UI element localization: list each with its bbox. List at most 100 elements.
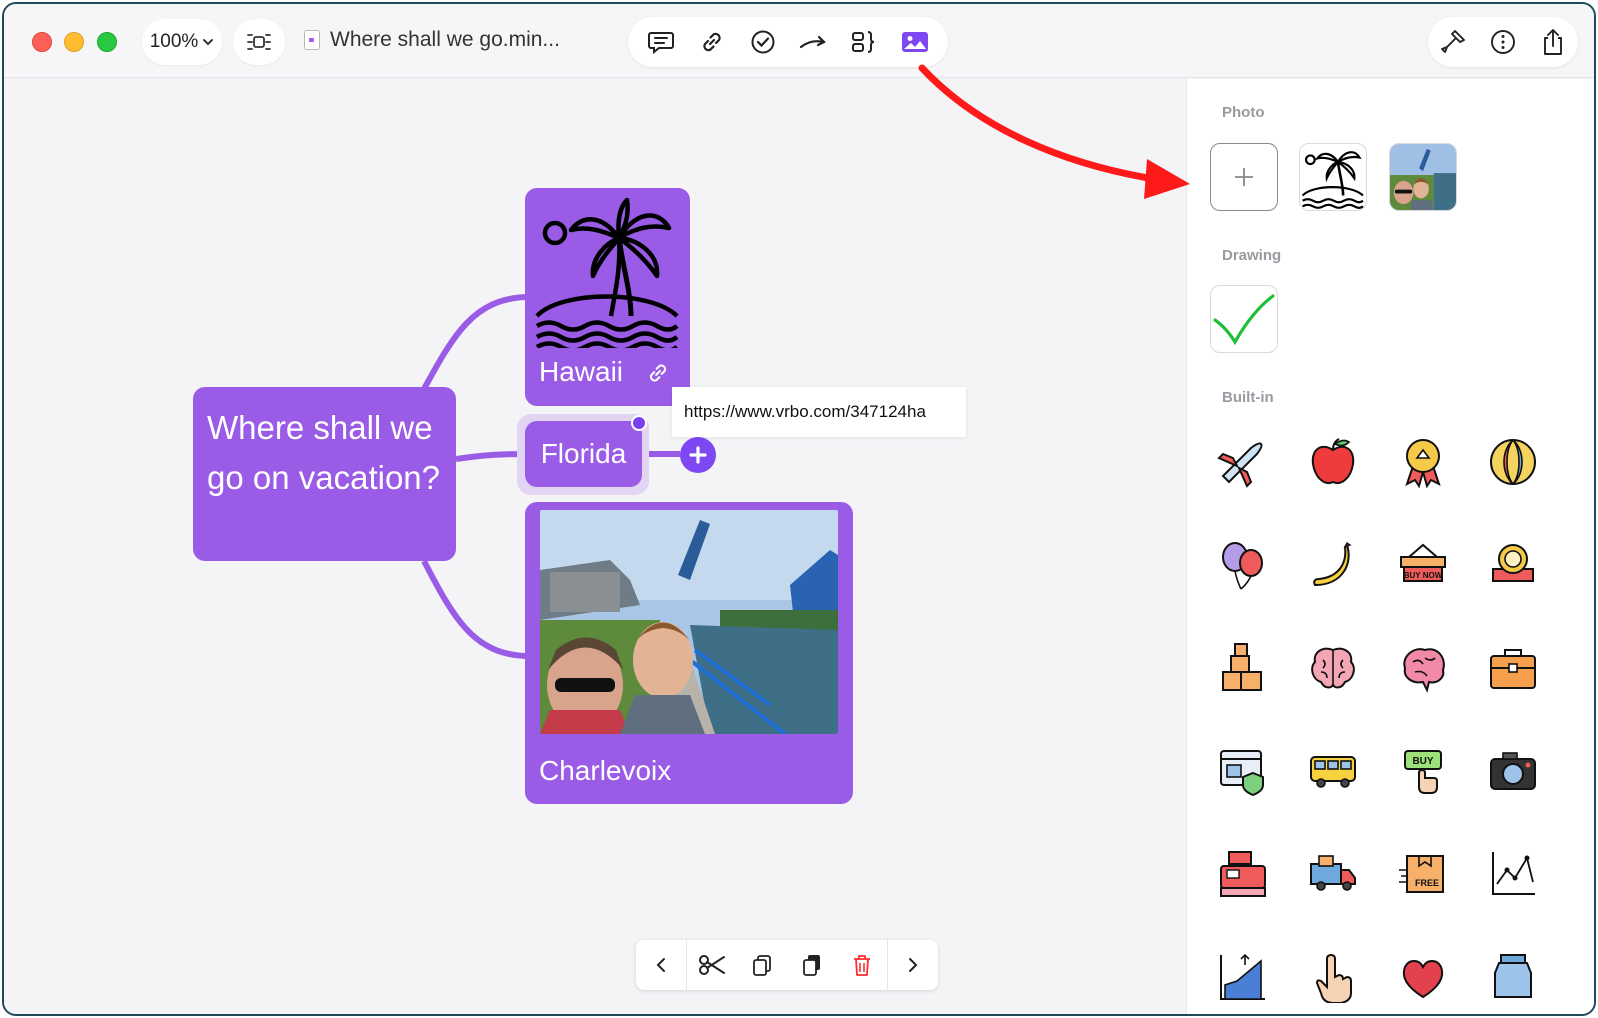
plus-icon bbox=[689, 446, 707, 464]
drawing-thumb-check[interactable] bbox=[1210, 285, 1278, 353]
cash-register-icon[interactable] bbox=[1215, 846, 1271, 902]
link-url-text: https://www.vrbo.com/347124ha bbox=[684, 402, 926, 421]
previous-button[interactable] bbox=[636, 940, 686, 990]
mindmap-canvas[interactable]: Where shall we go on vacation? Hawaii Fl… bbox=[4, 79, 1186, 1014]
brain-icon[interactable] bbox=[1305, 640, 1361, 696]
relationship-button[interactable] bbox=[793, 22, 833, 62]
svg-text:BUY: BUY bbox=[1412, 756, 1433, 767]
toolbar: 100% Where shall we go.min... bbox=[4, 4, 1594, 78]
topic-charlevoix[interactable]: Charlevoix bbox=[525, 502, 853, 804]
briefcase-icon[interactable] bbox=[1485, 640, 1541, 696]
root-topic-text: Where shall we go on vacation? bbox=[207, 409, 441, 496]
buy-now-basket-icon[interactable]: BUY NOW bbox=[1395, 537, 1451, 593]
zoom-dropdown[interactable]: 100% bbox=[142, 19, 222, 65]
camera-icon[interactable] bbox=[1485, 743, 1541, 799]
chevron-left-icon bbox=[656, 958, 665, 972]
heart-icon[interactable] bbox=[1395, 949, 1451, 1005]
image-panel: Photo Drawing Built-in BUY NOW BUY FREE bbox=[1186, 79, 1594, 1014]
palm-island-icon bbox=[535, 198, 679, 348]
link-url-tooltip: https://www.vrbo.com/347124ha bbox=[672, 387, 966, 437]
cut-button[interactable] bbox=[687, 940, 737, 990]
beach-ball-icon[interactable] bbox=[1485, 434, 1541, 490]
task-check-icon bbox=[751, 30, 775, 54]
summary-bracket-icon bbox=[851, 31, 875, 53]
image-button[interactable] bbox=[895, 22, 935, 62]
line-chart-icon[interactable] bbox=[1485, 846, 1541, 902]
delivery-truck-icon[interactable] bbox=[1305, 846, 1361, 902]
brain-pink-icon[interactable] bbox=[1395, 640, 1451, 696]
link-icon[interactable] bbox=[645, 360, 671, 386]
photo-thumb-palm[interactable] bbox=[1299, 143, 1367, 211]
link-button[interactable] bbox=[692, 22, 732, 62]
relationship-arrow-icon bbox=[800, 35, 827, 49]
photo-section-title: Photo bbox=[1222, 104, 1265, 121]
chevron-down-icon bbox=[203, 39, 214, 46]
share-button[interactable] bbox=[1533, 22, 1573, 62]
bus-icon[interactable] bbox=[1305, 743, 1361, 799]
banana-icon[interactable] bbox=[1305, 537, 1361, 593]
focus-icon bbox=[247, 34, 271, 50]
document-title: Where shall we go.min... bbox=[330, 28, 560, 51]
zoom-label: 100% bbox=[149, 31, 199, 52]
topic-florida[interactable]: Florida bbox=[525, 421, 642, 487]
balloons-icon[interactable] bbox=[1215, 537, 1271, 593]
summary-button[interactable] bbox=[844, 22, 884, 62]
free-box-icon[interactable]: FREE bbox=[1395, 846, 1451, 902]
focus-mode-button[interactable] bbox=[233, 19, 285, 65]
boxes-icon[interactable] bbox=[1215, 640, 1271, 696]
family-bridge-photo bbox=[1390, 144, 1456, 210]
comment-button[interactable] bbox=[641, 22, 681, 62]
palm-island-icon bbox=[1301, 151, 1364, 209]
drawing-section-title: Drawing bbox=[1222, 247, 1282, 264]
svg-text:BUY NOW: BUY NOW bbox=[1404, 571, 1443, 580]
context-action-bar bbox=[636, 940, 938, 990]
badge-banner-icon[interactable] bbox=[1485, 537, 1541, 593]
browser-shield-icon[interactable] bbox=[1215, 743, 1271, 799]
topic-florida-label: Florida bbox=[540, 438, 627, 469]
add-child-button[interactable] bbox=[680, 437, 716, 473]
info-button[interactable] bbox=[1483, 22, 1523, 62]
airplane-icon[interactable] bbox=[1215, 434, 1271, 490]
topic-hawaii-label: Hawaii bbox=[539, 356, 624, 387]
copy-button[interactable] bbox=[737, 940, 787, 990]
svg-text:FREE: FREE bbox=[1415, 878, 1439, 888]
minimize-window-button[interactable] bbox=[64, 32, 84, 52]
share-icon bbox=[1544, 29, 1562, 55]
photo-thumb-family[interactable] bbox=[1389, 143, 1457, 211]
add-photo-button[interactable] bbox=[1210, 143, 1278, 211]
topic-charlevoix-label: Charlevoix bbox=[539, 755, 672, 786]
image-icon bbox=[901, 32, 928, 52]
hand-pointer-icon[interactable] bbox=[1305, 949, 1361, 1005]
task-button[interactable] bbox=[743, 22, 783, 62]
root-topic[interactable]: Where shall we go on vacation? bbox=[193, 387, 456, 561]
builtin-section-title: Built-in bbox=[1222, 389, 1274, 406]
format-brush-icon bbox=[1441, 30, 1465, 53]
selection-handle[interactable] bbox=[631, 415, 647, 431]
link-icon bbox=[703, 32, 721, 52]
plus-icon bbox=[1235, 168, 1253, 186]
jar-icon[interactable] bbox=[1485, 949, 1541, 1005]
document-title-area[interactable]: Where shall we go.min... bbox=[304, 28, 560, 52]
growth-chart-icon[interactable] bbox=[1215, 949, 1271, 1005]
apple-icon[interactable] bbox=[1305, 434, 1361, 490]
trash-icon bbox=[854, 955, 870, 976]
insert-tools bbox=[628, 17, 948, 67]
topic-hawaii[interactable]: Hawaii bbox=[525, 188, 690, 406]
family-bridge-photo bbox=[540, 510, 838, 734]
award-ribbon-icon[interactable] bbox=[1395, 434, 1451, 490]
info-icon bbox=[1491, 30, 1515, 54]
close-window-button[interactable] bbox=[32, 32, 52, 52]
delete-button[interactable] bbox=[837, 940, 887, 990]
next-button[interactable] bbox=[888, 940, 938, 990]
app-window: 100% Where shall we go.min... Where shal… bbox=[2, 2, 1596, 1016]
copy-icon bbox=[753, 955, 771, 976]
zoom-window-button[interactable] bbox=[97, 32, 117, 52]
right-tools bbox=[1428, 17, 1578, 67]
check-drawing-icon bbox=[1213, 294, 1275, 346]
paste-icon bbox=[803, 955, 820, 976]
scissors-icon bbox=[699, 955, 725, 975]
buy-button-icon[interactable]: BUY bbox=[1395, 743, 1451, 799]
paste-button[interactable] bbox=[787, 940, 837, 990]
format-button[interactable] bbox=[1433, 22, 1473, 62]
comment-icon bbox=[648, 32, 675, 55]
